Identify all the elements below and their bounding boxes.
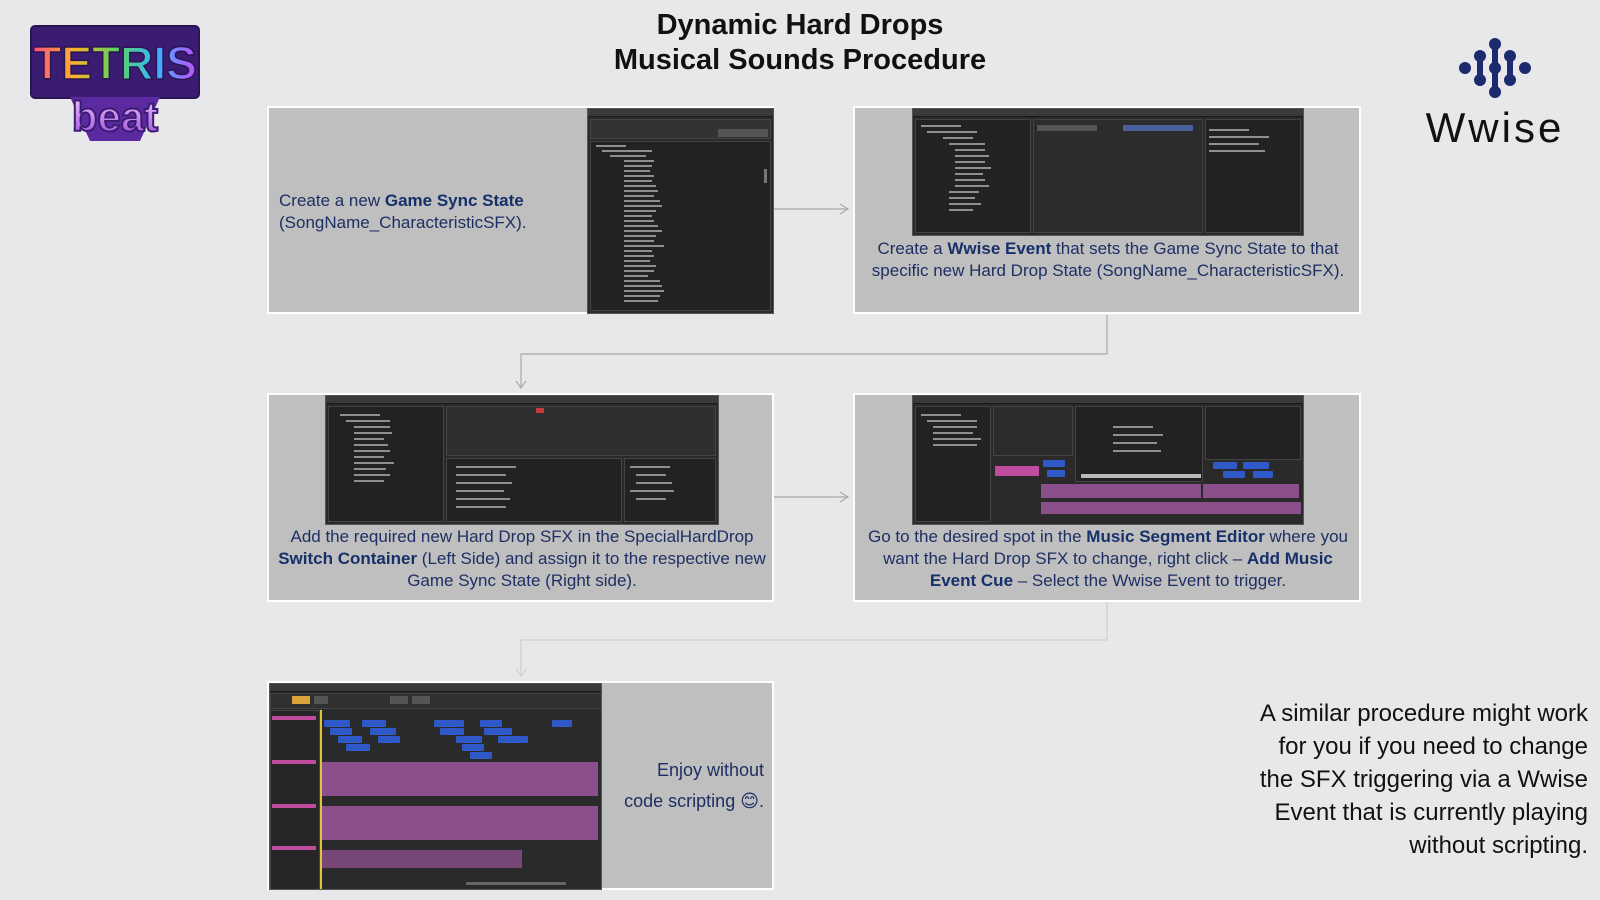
wwise-event-label: Wwise Event bbox=[947, 239, 1052, 258]
event-editor-screenshot bbox=[912, 108, 1304, 236]
switch-container-screenshot bbox=[325, 395, 719, 525]
connector-step4-step5 bbox=[520, 602, 1108, 676]
music-timeline-screenshot bbox=[269, 683, 602, 890]
side-note: A similar procedure might work for you i… bbox=[1259, 700, 1588, 859]
music-segment-editor-screenshot bbox=[912, 395, 1304, 525]
step-2-text: Create a Wwise Event that sets the Game … bbox=[871, 239, 1345, 280]
step-5-panel: Enjoy without code scripting 😊. bbox=[267, 681, 774, 890]
step-4-panel: Go to the desired spot in the Music Segm… bbox=[853, 393, 1361, 602]
switch-container-label: Switch Container bbox=[278, 549, 418, 568]
smile-emoji-icon: 😊 bbox=[740, 791, 759, 811]
step-1-panel: Create a new Game Sync State (SongName_C… bbox=[267, 106, 774, 314]
connector-step2-step3 bbox=[520, 315, 1108, 388]
step-5-text: Enjoy without code scripting 😊. bbox=[624, 760, 764, 811]
step-3-panel: Add the required new Hard Drop SFX in th… bbox=[267, 393, 774, 602]
step-2-panel: Create a Wwise Event that sets the Game … bbox=[853, 106, 1361, 314]
project-explorer-screenshot bbox=[587, 108, 774, 314]
music-segment-editor-label: Music Segment Editor bbox=[1086, 527, 1265, 546]
game-sync-state-label: Game Sync State bbox=[384, 191, 524, 210]
step-4-text: Go to the desired spot in the Music Segm… bbox=[867, 527, 1348, 590]
step-1-text: Create a new Game Sync State (SongName_C… bbox=[279, 191, 527, 232]
step-3-text: Add the required new Hard Drop SFX in th… bbox=[278, 527, 766, 590]
